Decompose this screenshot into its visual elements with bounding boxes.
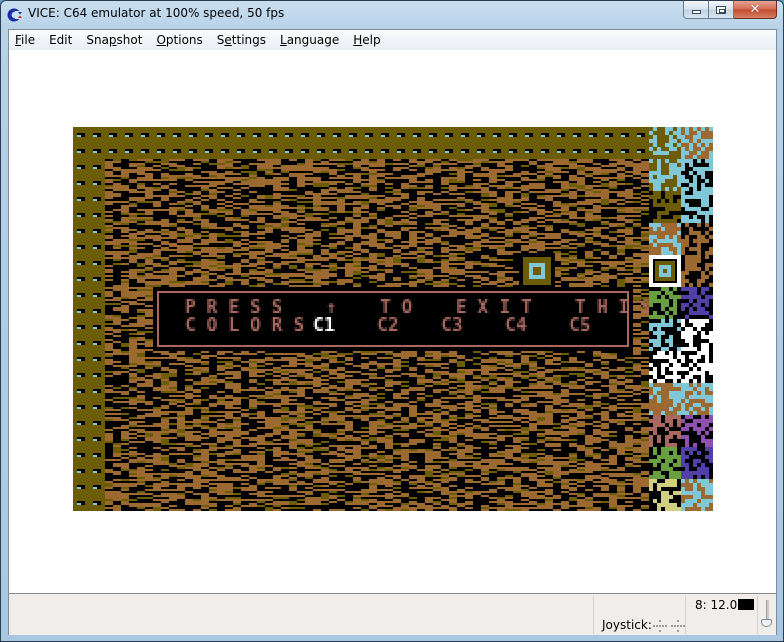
c64-screen-canvas[interactable]	[73, 127, 713, 511]
menu-settings-mnemonic: e	[224, 33, 232, 47]
maximize-icon	[716, 5, 726, 14]
menu-settings[interactable]: Settings	[210, 30, 273, 50]
menu-bar: File Edit Snapshot Options Settings Lang…	[9, 30, 776, 51]
status-separator	[757, 596, 758, 634]
title-bar[interactable]: VICE: C64 emulator at 100% speed, 50 fps…	[1, 1, 783, 28]
menu-help-mnemonic: H	[353, 33, 363, 47]
volume-slider-thumb[interactable]	[761, 619, 772, 627]
joystick-port1-icon[interactable]	[653, 620, 667, 632]
menu-file-label: ile	[21, 33, 36, 47]
menu-language-mnemonic: L	[280, 33, 287, 47]
menu-snapshot-mnemonic: p	[108, 33, 117, 47]
menu-language[interactable]: Language	[273, 30, 346, 50]
commodore-logo-icon	[7, 8, 23, 22]
menu-edit-label: Edit	[49, 33, 73, 47]
window-title: VICE: C64 emulator at 100% speed, 50 fps	[28, 6, 285, 20]
menu-language-label: anguage	[286, 33, 340, 47]
joystick-label: Joystick:	[602, 618, 652, 632]
menu-file[interactable]: File	[9, 30, 42, 50]
menu-edit[interactable]: Edit	[42, 30, 79, 50]
client-area: File Edit Snapshot Options Settings Lang…	[8, 29, 777, 635]
vice-window: VICE: C64 emulator at 100% speed, 50 fps…	[0, 0, 784, 642]
drive-track-readout: 8: 12.0	[695, 598, 738, 612]
menu-help-label: elp	[362, 33, 381, 47]
menu-options-label: ptions	[165, 33, 203, 47]
minimize-icon	[691, 10, 701, 14]
status-separator	[685, 596, 686, 634]
volume-slider[interactable]	[761, 600, 773, 632]
close-button[interactable]: ✕	[734, 1, 777, 19]
drive-led-indicator	[738, 599, 754, 610]
status-bar: Joystick: 8: 12.0	[9, 593, 776, 635]
menu-help[interactable]: Help	[346, 30, 387, 50]
minimize-button[interactable]	[683, 1, 709, 19]
close-icon: ✕	[749, 2, 761, 17]
menu-snapshot[interactable]: Snapshot	[79, 30, 149, 50]
menu-snapshot-label-pre: Sna	[86, 33, 109, 47]
joystick-port2-icon[interactable]	[671, 620, 685, 632]
menu-options[interactable]: Options	[149, 30, 209, 50]
menu-settings-label: ttings	[231, 33, 266, 47]
menu-snapshot-label: shot	[116, 33, 143, 47]
emulator-display[interactable]	[9, 50, 776, 594]
menu-options-mnemonic: O	[156, 33, 166, 47]
maximize-button[interactable]	[709, 1, 734, 19]
status-separator	[593, 596, 594, 634]
